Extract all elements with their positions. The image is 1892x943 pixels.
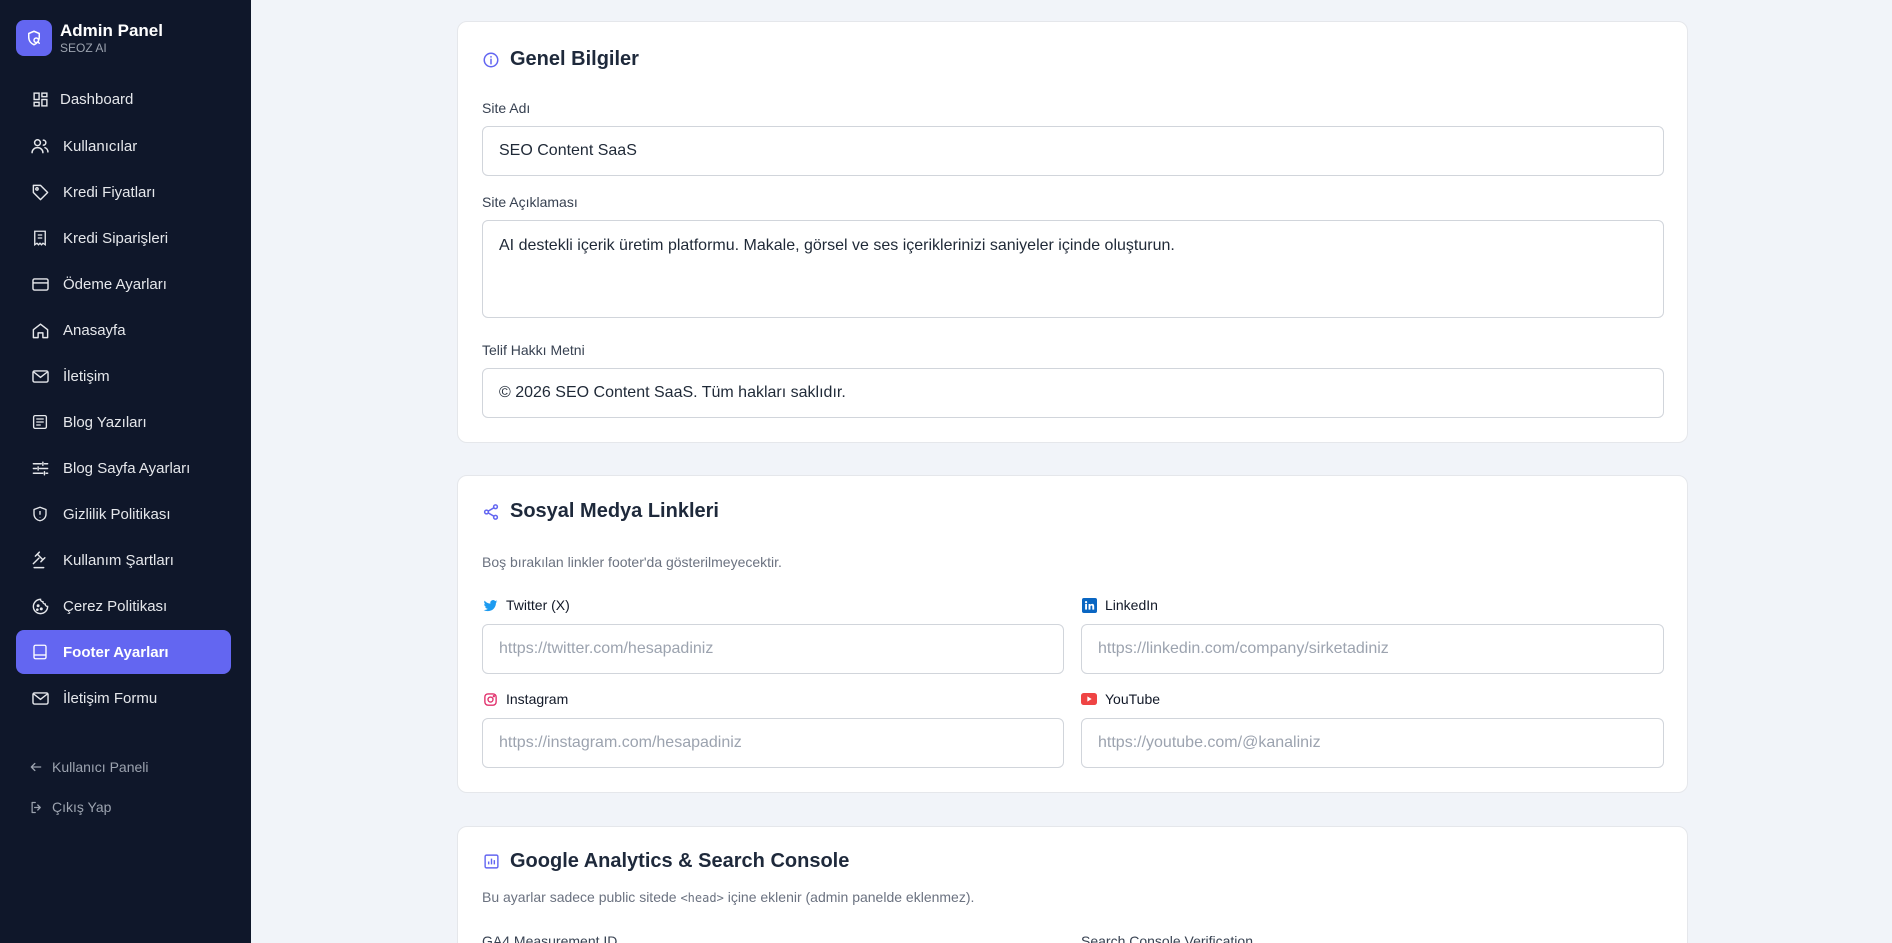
youtube-label-text: YouTube: [1105, 691, 1161, 707]
linkedin-input[interactable]: [1081, 624, 1664, 674]
analytics-header: Google Analytics & Search Console: [482, 850, 849, 873]
sidebar: Admin Panel SEOZ AI Dashboard Kullanıcıl…: [0, 0, 251, 943]
sidebar-item-label: Gizlilik Politikası: [63, 505, 171, 523]
sidebar-item-footer-settings[interactable]: Footer Ayarları: [16, 630, 231, 674]
sidebar-item-blog-page-settings[interactable]: Blog Sayfa Ayarları: [16, 446, 231, 490]
sidebar-bottom-links: Kullanıcı Paneli Çıkış Yap: [28, 754, 149, 834]
sidebar-item-terms-of-use[interactable]: Kullanım Şartları: [16, 538, 231, 582]
ga4-label: GA4 Measurement ID: [482, 933, 618, 943]
logout-icon: [28, 799, 44, 815]
twitter-label: Twitter (X): [482, 597, 570, 613]
site-description-label: Site Açıklaması: [482, 194, 578, 210]
article-icon: [30, 412, 50, 432]
sidebar-item-label: Blog Sayfa Ayarları: [63, 459, 191, 477]
instagram-icon: [482, 691, 498, 707]
sidebar-item-credit-prices[interactable]: Kredi Fiyatları: [16, 170, 231, 214]
brand-title: Admin Panel: [60, 20, 163, 40]
analytics-hint-part: Bu ayarlar sadece public sitede: [482, 889, 677, 905]
analytics-hint-part: içine eklenir (admin panelde eklenmez).: [727, 889, 975, 905]
site-description-textarea[interactable]: AI destekli içerik üretim platformu. Mak…: [482, 220, 1664, 318]
analytics-hint: Bu ayarlar sadece public sitede <head> i…: [482, 889, 974, 905]
sidebar-item-label: Kullanıcılar: [63, 137, 138, 155]
instagram-label-text: Instagram: [506, 691, 569, 707]
sidebar-item-label: Çerez Politikası: [63, 597, 168, 615]
footer-icon: [30, 642, 50, 662]
gsc-label: Search Console Verification: [1081, 933, 1253, 943]
youtube-input[interactable]: [1081, 718, 1664, 768]
cookie-icon: [30, 596, 50, 616]
linkedin-label: LinkedIn: [1081, 597, 1158, 613]
twitter-label-text: Twitter (X): [506, 597, 570, 613]
analytics-card: Google Analytics & Search Console Bu aya…: [457, 826, 1688, 943]
sidebar-item-dashboard[interactable]: Dashboard: [16, 80, 231, 118]
social-media-title: Sosyal Medya Linkleri: [510, 500, 719, 522]
users-icon: [30, 136, 50, 156]
social-media-card: Sosyal Medya Linkleri Boş bırakılan link…: [457, 475, 1688, 793]
brand-logo-icon: [16, 20, 52, 56]
mail-icon: [30, 688, 50, 708]
sliders-icon: [30, 458, 50, 478]
sidebar-item-label: Ödeme Ayarları: [63, 275, 167, 293]
sidebar-item-label: İletişim: [63, 367, 110, 385]
analytics-hint-code: <head>: [680, 891, 724, 905]
credit-card-icon: [30, 274, 50, 294]
twitter-icon: [482, 597, 498, 613]
youtube-label: YouTube: [1081, 691, 1160, 707]
general-info-card: Genel Bilgiler Site Adı Site Açıklaması …: [457, 21, 1688, 443]
sidebar-item-payment-settings[interactable]: Ödeme Ayarları: [16, 262, 231, 306]
sidebar-item-label: Kullanım Şartları: [63, 551, 174, 569]
site-name-input[interactable]: [482, 126, 1664, 176]
sidebar-item-label: Kredi Fiyatları: [63, 183, 156, 201]
analytics-title: Google Analytics & Search Console: [510, 850, 850, 872]
sidebar-item-credit-orders[interactable]: Kredi Siparişleri: [16, 216, 231, 260]
sidebar-item-label: İletişim Formu: [63, 689, 158, 707]
instagram-label: Instagram: [482, 691, 568, 707]
info-icon: [482, 51, 500, 69]
instagram-input[interactable]: [482, 718, 1064, 768]
sidebar-item-label: Footer Ayarları: [63, 643, 169, 661]
logout-label: Çıkış Yap: [52, 799, 112, 815]
linkedin-label-text: LinkedIn: [1105, 597, 1158, 613]
sidebar-item-privacy-policy[interactable]: Gizlilik Politikası: [16, 492, 231, 536]
brand[interactable]: Admin Panel SEOZ AI: [16, 20, 163, 56]
social-media-hint: Boş bırakılan linkler footer'da gösteril…: [482, 554, 782, 570]
dashboard-icon: [30, 89, 50, 109]
sidebar-item-homepage[interactable]: Anasayfa: [16, 308, 231, 352]
sidebar-item-label: Blog Yazıları: [63, 413, 147, 431]
sidebar-nav: Dashboard Kullanıcılar Kredi Fiyatları K…: [16, 80, 231, 722]
sidebar-item-label: Dashboard: [60, 90, 134, 108]
logout-link[interactable]: Çıkış Yap: [28, 794, 149, 820]
youtube-icon: [1081, 691, 1097, 707]
social-media-header: Sosyal Medya Linkleri: [482, 500, 719, 523]
sidebar-item-contact-form[interactable]: İletişim Formu: [16, 676, 231, 720]
home-icon: [30, 320, 50, 340]
copyright-input[interactable]: [482, 368, 1664, 418]
sidebar-item-cookie-policy[interactable]: Çerez Politikası: [16, 584, 231, 628]
copyright-label: Telif Hakkı Metni: [482, 342, 585, 358]
sidebar-item-blog-posts[interactable]: Blog Yazıları: [16, 400, 231, 444]
twitter-input[interactable]: [482, 624, 1064, 674]
site-name-label: Site Adı: [482, 100, 531, 116]
sidebar-item-label: Anasayfa: [63, 321, 126, 339]
mail-icon: [30, 366, 50, 386]
tag-icon: [30, 182, 50, 202]
sidebar-item-users[interactable]: Kullanıcılar: [16, 124, 231, 168]
user-panel-label: Kullanıcı Paneli: [52, 759, 149, 775]
arrow-left-icon: [28, 759, 44, 775]
general-info-header: Genel Bilgiler: [482, 48, 639, 71]
sidebar-item-contact[interactable]: İletişim: [16, 354, 231, 398]
gavel-icon: [30, 550, 50, 570]
receipt-icon: [30, 228, 50, 248]
sidebar-item-label: Kredi Siparişleri: [63, 229, 169, 247]
brand-subtitle: SEOZ AI: [60, 40, 107, 55]
user-panel-link[interactable]: Kullanıcı Paneli: [28, 754, 149, 780]
share-icon: [482, 503, 500, 521]
shield-icon: [30, 504, 50, 524]
linkedin-icon: [1081, 597, 1097, 613]
general-info-title: Genel Bilgiler: [510, 48, 639, 70]
bar-chart-icon: [482, 853, 500, 871]
